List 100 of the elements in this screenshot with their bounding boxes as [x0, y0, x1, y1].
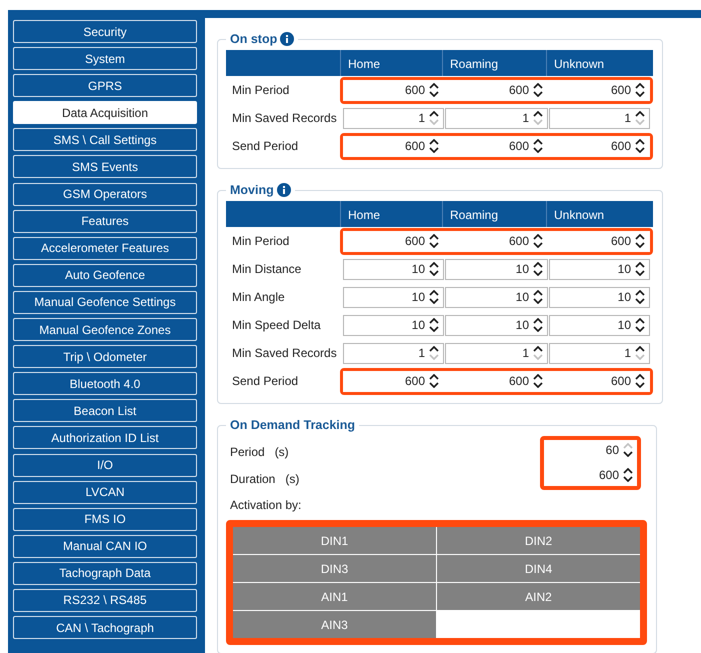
chevron-up-icon[interactable]: [635, 262, 645, 268]
sidebar-item[interactable]: SMS Events: [13, 155, 197, 178]
chevron-up-icon[interactable]: [429, 111, 439, 117]
number-field[interactable]: 1: [343, 342, 444, 364]
chevron-up-icon[interactable]: [429, 139, 439, 145]
number-field[interactable]: 10: [343, 314, 444, 336]
chevron-up-icon[interactable]: [533, 139, 543, 145]
row-label: Min Angle: [231, 290, 286, 304]
number-field[interactable]: 1: [445, 108, 548, 128]
chevron-down-icon[interactable]: [429, 242, 439, 248]
number-field[interactable]: 1: [343, 108, 444, 128]
input-toggle-button[interactable]: AIN3: [233, 611, 436, 638]
chevron-down-icon[interactable]: [429, 147, 439, 153]
chevron-up-icon[interactable]: [429, 234, 439, 240]
sidebar-item[interactable]: Manual CAN IO: [13, 534, 197, 558]
chevron-down-icon[interactable]: [429, 382, 439, 388]
sidebar-item[interactable]: FMS IO: [13, 508, 197, 531]
sidebar-item[interactable]: System: [13, 47, 197, 70]
sidebar-item[interactable]: Security: [13, 20, 197, 43]
chevron-down-icon[interactable]: [635, 326, 645, 332]
sidebar-item[interactable]: Manual Geofence Zones: [13, 318, 197, 342]
chevron-down-icon[interactable]: [429, 270, 439, 276]
chevron-up-icon[interactable]: [635, 234, 645, 240]
chevron-down-icon[interactable]: [429, 91, 439, 97]
sidebar-item[interactable]: GPRS: [13, 74, 197, 98]
chevron-down-icon[interactable]: [533, 382, 543, 388]
chevron-up-icon[interactable]: [635, 290, 645, 296]
number-field[interactable]: 10: [445, 314, 548, 336]
sidebar-item[interactable]: Data Acquisition: [13, 101, 197, 124]
chevron-down-icon[interactable]: [533, 326, 543, 332]
chevron-up-icon[interactable]: [533, 346, 543, 352]
chevron-down-icon[interactable]: [533, 270, 543, 276]
chevron-up-icon[interactable]: [533, 374, 543, 380]
chevron-up-icon[interactable]: [623, 468, 633, 474]
chevron-down-icon[interactable]: [635, 91, 645, 97]
number-field[interactable]: 10: [343, 258, 444, 280]
chevron-up-icon[interactable]: [635, 346, 645, 352]
number-field[interactable]: 1: [549, 342, 650, 364]
chevron-down-icon[interactable]: [533, 91, 543, 97]
chevron-up-icon[interactable]: [429, 290, 439, 296]
sidebar-item[interactable]: Auto Geofence: [13, 264, 197, 287]
chevron-down-icon[interactable]: [429, 298, 439, 304]
sidebar-item[interactable]: Trip \ Odometer: [13, 345, 197, 368]
input-toggle-button[interactable]: AIN1: [233, 583, 436, 610]
chevron-down-icon[interactable]: [635, 382, 645, 388]
input-toggle-button[interactable]: DIN1: [233, 527, 436, 554]
chevron-up-icon[interactable]: [429, 262, 439, 268]
number-field[interactable]: 10: [549, 314, 650, 336]
number-field[interactable]: 1: [445, 342, 548, 364]
input-toggle-button[interactable]: DIN3: [233, 555, 436, 582]
number-field[interactable]: 10: [549, 286, 650, 308]
number-field[interactable]: 10: [343, 286, 444, 308]
sidebar-item[interactable]: Bluetooth 4.0: [13, 372, 197, 396]
info-icon[interactable]: [276, 183, 291, 197]
number-field[interactable]: 10: [445, 258, 548, 280]
chevron-up-icon[interactable]: [635, 139, 645, 145]
sidebar-item[interactable]: LVCAN: [13, 480, 197, 504]
chevron-up-icon[interactable]: [533, 83, 543, 89]
number-field[interactable]: 10: [445, 286, 548, 308]
sidebar-item[interactable]: Tachograph Data: [13, 562, 197, 585]
chevron-up-icon[interactable]: [429, 374, 439, 380]
row-label: Min Saved Records: [231, 346, 338, 360]
chevron-up-icon[interactable]: [635, 83, 645, 89]
sidebar-item[interactable]: Accelerometer Features: [13, 236, 197, 260]
sidebar-item[interactable]: I/O: [13, 454, 197, 476]
sidebar-item[interactable]: Authorization ID List: [13, 426, 197, 450]
chevron-up-icon[interactable]: [429, 346, 439, 352]
chevron-down-icon[interactable]: [533, 147, 543, 153]
sidebar-item[interactable]: SMS \ Call Settings: [13, 128, 197, 152]
input-toggle-button[interactable]: DIN4: [437, 555, 640, 582]
chevron-up-icon[interactable]: [429, 83, 439, 89]
input-toggle-button[interactable]: AIN2: [437, 583, 640, 610]
chevron-down-icon[interactable]: [635, 298, 645, 304]
chevron-up-icon[interactable]: [429, 318, 439, 324]
chevron-up-icon[interactable]: [533, 111, 543, 117]
sidebar-item[interactable]: Manual Geofence Settings: [13, 290, 197, 314]
chevron-down-icon[interactable]: [623, 451, 633, 457]
sidebar-item[interactable]: CAN \ Tachograph: [13, 616, 197, 640]
chevron-up-icon[interactable]: [635, 374, 645, 380]
sidebar-item[interactable]: GSM Operators: [13, 182, 197, 206]
chevron-up-icon[interactable]: [533, 318, 543, 324]
number-field[interactable]: 1: [549, 108, 650, 128]
chevron-up-icon[interactable]: [533, 262, 543, 268]
info-icon[interactable]: [280, 32, 294, 46]
number-field[interactable]: 10: [549, 258, 650, 280]
chevron-down-icon[interactable]: [533, 242, 543, 248]
chevron-down-icon[interactable]: [635, 147, 645, 153]
sidebar-item[interactable]: RS232 \ RS485: [13, 588, 197, 612]
chevron-down-icon[interactable]: [533, 298, 543, 304]
chevron-up-icon[interactable]: [635, 318, 645, 324]
sidebar-item[interactable]: Features: [13, 210, 197, 233]
input-toggle-button[interactable]: DIN2: [437, 527, 640, 554]
chevron-up-icon[interactable]: [635, 111, 645, 117]
chevron-down-icon[interactable]: [623, 476, 633, 482]
chevron-up-icon[interactable]: [533, 290, 543, 296]
chevron-down-icon[interactable]: [429, 326, 439, 332]
chevron-down-icon[interactable]: [635, 242, 645, 248]
chevron-down-icon[interactable]: [635, 270, 645, 276]
sidebar-item[interactable]: Beacon List: [13, 399, 197, 422]
chevron-up-icon[interactable]: [533, 234, 543, 240]
